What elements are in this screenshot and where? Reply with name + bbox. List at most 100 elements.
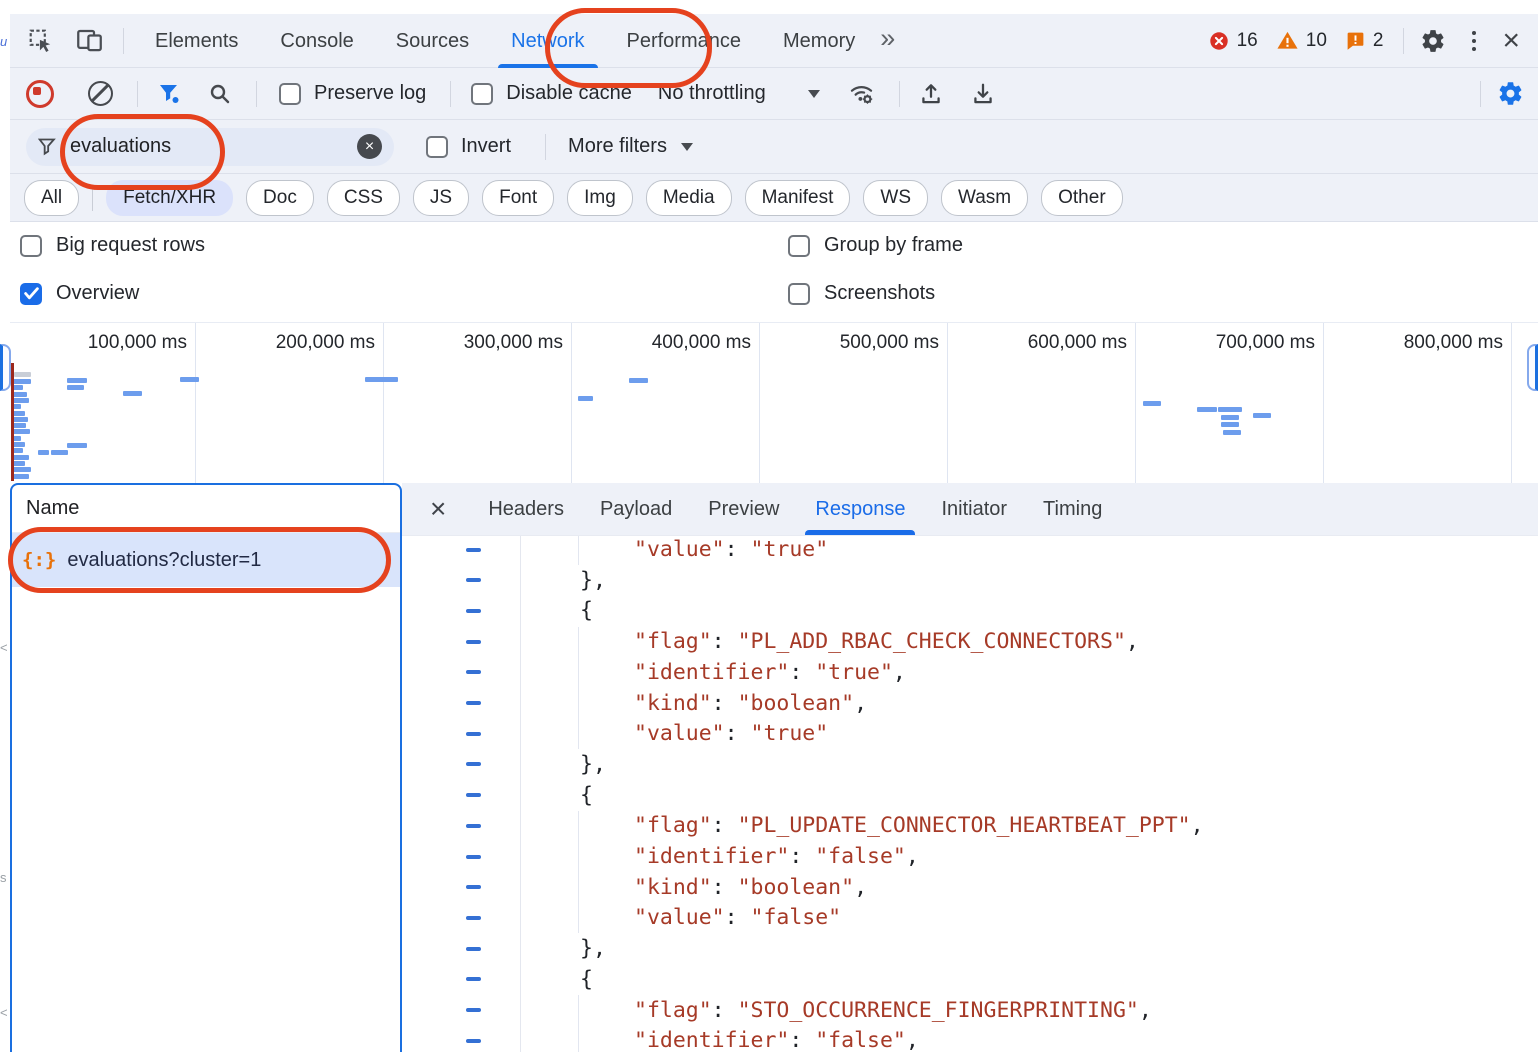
issue-badge[interactable]: 2 — [1345, 30, 1384, 52]
requests-table: Name {:}evaluations?cluster=1 — [10, 483, 402, 1052]
settings-gear-icon[interactable] — [1420, 28, 1446, 54]
timeline-request-bar — [12, 455, 29, 460]
detail-tab-timing[interactable]: Timing — [1025, 483, 1120, 535]
fold-marker-icon[interactable] — [466, 609, 481, 613]
chip-manifest[interactable]: Manifest — [745, 180, 851, 216]
timeline-request-bar — [12, 379, 31, 384]
timeline-request-bar — [1253, 413, 1271, 418]
network-conditions-icon[interactable] — [848, 80, 875, 107]
tab-console[interactable]: Console — [259, 14, 374, 68]
timeline-request-bar — [38, 450, 49, 455]
fold-marker-icon[interactable] — [466, 640, 481, 644]
chip-img[interactable]: Img — [567, 180, 633, 216]
big-request-rows-option[interactable]: Big request rows — [20, 234, 205, 257]
detail-tab-preview[interactable]: Preview — [690, 483, 797, 535]
response-body-viewer[interactable]: "value": "true"},{"flag": "PL_ADD_RBAC_C… — [402, 536, 1538, 1052]
detail-tab-initiator[interactable]: Initiator — [923, 483, 1025, 535]
chip-doc[interactable]: Doc — [246, 180, 314, 216]
disable-cache-checkbox[interactable] — [471, 83, 493, 105]
inspect-element-icon[interactable] — [28, 28, 54, 54]
group-by-frame-option[interactable]: Group by frame — [788, 234, 963, 257]
code-line: "identifier": "false", — [634, 1025, 919, 1052]
fold-marker-icon[interactable] — [466, 578, 481, 582]
screenshots-checkbox[interactable] — [788, 283, 810, 305]
timeline-request-bar — [67, 378, 87, 383]
tab-memory[interactable]: Memory — [762, 14, 876, 68]
fold-marker-icon[interactable] — [466, 977, 481, 981]
timeline-overview[interactable]: 100,000 ms200,000 ms300,000 ms400,000 ms… — [10, 322, 1538, 483]
tab-sources[interactable]: Sources — [375, 14, 490, 68]
export-har-icon[interactable] — [970, 81, 996, 107]
fold-marker-icon[interactable] — [466, 885, 481, 889]
chip-fetch-xhr[interactable]: Fetch/XHR — [106, 180, 233, 216]
fold-marker-icon[interactable] — [466, 1039, 481, 1043]
more-filters-button[interactable]: More filters — [568, 135, 667, 158]
fold-marker-icon[interactable] — [466, 762, 481, 766]
search-icon[interactable] — [208, 82, 232, 106]
group-by-frame-checkbox[interactable] — [788, 235, 810, 257]
fold-marker-icon[interactable] — [466, 947, 481, 951]
throttling-dropdown-icon[interactable] — [808, 90, 820, 98]
fold-marker-icon[interactable] — [466, 732, 481, 736]
timeline-request-bar — [12, 398, 29, 403]
overview-option[interactable]: Overview — [20, 282, 139, 305]
warning-badge[interactable]: 10 — [1276, 29, 1327, 52]
overview-checkbox[interactable] — [20, 283, 42, 305]
fold-marker-icon[interactable] — [466, 916, 481, 920]
tab-network[interactable]: Network — [490, 14, 605, 68]
detail-tab-headers[interactable]: Headers — [470, 483, 582, 535]
fold-marker-icon[interactable] — [466, 1008, 481, 1012]
chip-font[interactable]: Font — [482, 180, 554, 216]
more-tabs-icon[interactable]: » — [880, 23, 895, 54]
chip-js[interactable]: JS — [413, 180, 469, 216]
timeline-right-grip[interactable] — [1527, 344, 1538, 391]
throttling-select[interactable]: No throttling — [658, 82, 766, 105]
close-detail-icon[interactable]: × — [430, 495, 446, 523]
request-row[interactable]: {:}evaluations?cluster=1 — [12, 533, 400, 587]
filter-toggle-icon[interactable] — [158, 82, 182, 106]
clear-filter-icon[interactable]: × — [357, 134, 382, 159]
fold-marker-icon[interactable] — [466, 793, 481, 797]
name-column-header[interactable]: Name — [12, 485, 400, 533]
invert-checkbox[interactable] — [426, 136, 448, 158]
tab-performance[interactable]: Performance — [606, 14, 763, 68]
fold-marker-icon[interactable] — [466, 701, 481, 705]
fold-marker-icon[interactable] — [466, 824, 481, 828]
timeline-tick-label: 800,000 ms — [1404, 332, 1503, 354]
timeline-tick-label: 300,000 ms — [464, 332, 563, 354]
filter-input[interactable]: evaluations × — [26, 128, 394, 166]
close-devtools-icon[interactable]: × — [1502, 26, 1520, 56]
timeline-left-grip[interactable] — [0, 344, 11, 391]
fold-marker-icon[interactable] — [466, 548, 481, 552]
big-request-rows-checkbox[interactable] — [20, 235, 42, 257]
fold-marker-icon[interactable] — [466, 855, 481, 859]
chip-wasm[interactable]: Wasm — [941, 180, 1028, 216]
tab-elements[interactable]: Elements — [134, 14, 259, 68]
chip-media[interactable]: Media — [646, 180, 732, 216]
fold-marker-icon[interactable] — [466, 670, 481, 674]
menu-kebab-icon[interactable] — [1472, 31, 1476, 51]
record-network-log-icon[interactable] — [26, 80, 54, 108]
screenshots-option[interactable]: Screenshots — [788, 282, 935, 305]
detail-tab-bar: × HeadersPayloadPreviewResponseInitiator… — [402, 483, 1538, 536]
clear-network-log-icon[interactable] — [88, 81, 113, 106]
import-har-icon[interactable] — [918, 81, 944, 107]
error-badge[interactable]: 16 — [1208, 30, 1258, 52]
timeline-request-bar — [12, 392, 27, 397]
invert-label: Invert — [461, 135, 511, 158]
detail-tab-payload[interactable]: Payload — [582, 483, 690, 535]
timeline-request-bar — [180, 377, 199, 382]
chip-css[interactable]: CSS — [327, 180, 400, 216]
chip-other[interactable]: Other — [1041, 180, 1123, 216]
preserve-log-checkbox[interactable] — [279, 83, 301, 105]
preserve-log-label: Preserve log — [314, 82, 426, 105]
device-toolbar-icon[interactable] — [76, 27, 103, 54]
separator — [899, 81, 900, 107]
timeline-request-bar — [12, 417, 28, 422]
detail-tab-response[interactable]: Response — [797, 483, 923, 535]
timeline-request-bar — [12, 467, 31, 472]
network-settings-gear-icon[interactable] — [1497, 80, 1524, 107]
chip-all[interactable]: All — [24, 180, 79, 216]
more-filters-dropdown-icon[interactable] — [681, 143, 693, 151]
chip-ws[interactable]: WS — [863, 180, 928, 216]
